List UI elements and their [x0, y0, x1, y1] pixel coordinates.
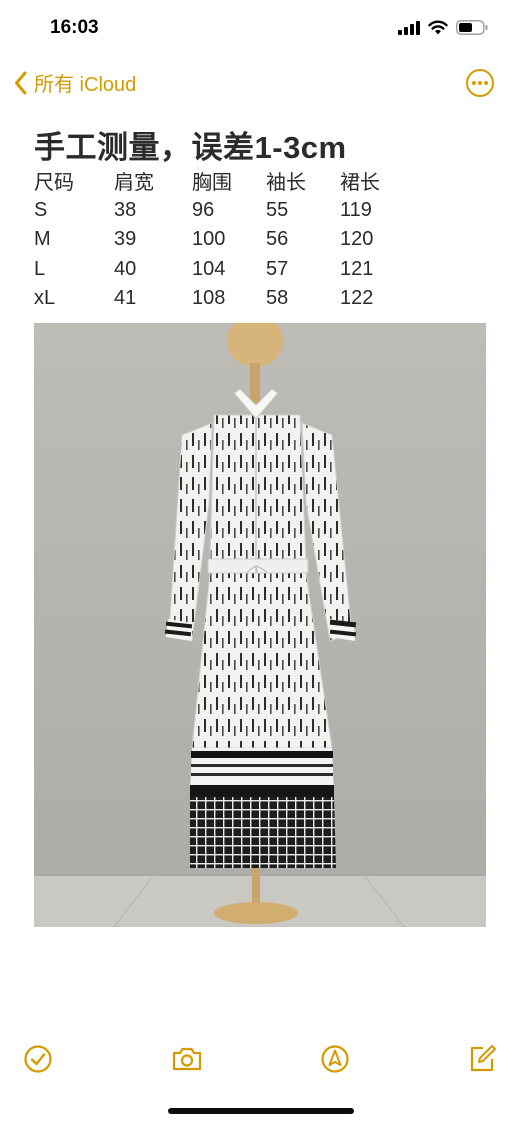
table-cell: 39 — [114, 228, 137, 251]
table-cell: 108 — [192, 287, 226, 310]
table-cell: 41 — [114, 287, 137, 310]
table-row: M 39 100 56 120 — [34, 225, 400, 255]
table-cell: 58 — [266, 287, 289, 310]
battery-icon — [456, 20, 488, 35]
table-cell: 55 — [266, 198, 289, 221]
table-cell: 96 — [192, 198, 215, 221]
header-sleeve: 袖长 — [266, 172, 306, 195]
back-button[interactable]: 所有 iCloud — [14, 68, 136, 97]
nav-bar: 所有 iCloud — [0, 62, 520, 106]
size-table[interactable]: 尺码 肩宽 胸围 袖长 裙长 S 38 96 55 119 M 39 100 5… — [34, 166, 400, 314]
checklist-icon[interactable] — [22, 1043, 54, 1075]
table-cell: 100 — [192, 228, 226, 251]
table-cell: 120 — [340, 228, 374, 251]
table-row: S 38 96 55 119 — [34, 196, 400, 226]
back-label: 所有 iCloud — [34, 74, 137, 96]
status-bar: 16:03 — [0, 0, 520, 58]
table-cell: 56 — [266, 228, 289, 251]
table-row: xL 41 108 58 122 — [34, 284, 400, 314]
dress-illustration — [34, 323, 486, 927]
chevron-left-icon — [15, 71, 27, 94]
status-icons — [398, 20, 488, 35]
size-table-header-row: 尺码 肩宽 胸围 袖长 裙长 — [34, 166, 400, 196]
markup-pen-icon[interactable] — [319, 1043, 351, 1075]
header-size: 尺码 — [34, 172, 74, 195]
table-cell: 40 — [114, 257, 137, 280]
table-cell: 122 — [340, 287, 374, 310]
table-cell: M — [34, 228, 51, 251]
bottom-toolbar — [0, 1035, 520, 1081]
wifi-icon — [428, 20, 448, 35]
table-cell: L — [34, 257, 46, 280]
header-length: 裙长 — [340, 172, 380, 195]
table-cell: 121 — [340, 257, 374, 280]
table-cell: S — [34, 198, 48, 221]
table-row: L 40 104 57 121 — [34, 255, 400, 285]
table-cell: 104 — [192, 257, 226, 280]
more-ellipsis-icon[interactable] — [465, 68, 495, 98]
header-bust: 胸围 — [192, 172, 232, 195]
home-indicator[interactable] — [168, 1108, 354, 1114]
table-cell: xL — [34, 287, 56, 310]
camera-icon[interactable] — [170, 1043, 204, 1075]
status-time: 16:03 — [50, 17, 99, 38]
table-cell: 57 — [266, 257, 289, 280]
header-shoulder: 肩宽 — [114, 172, 154, 195]
compose-icon[interactable] — [466, 1043, 498, 1075]
dress-photo[interactable] — [34, 323, 486, 927]
cellular-signal-icon — [398, 20, 420, 35]
table-cell: 38 — [114, 198, 137, 221]
note-title[interactable]: 手工测量，误差1-3cm — [34, 122, 347, 167]
table-cell: 119 — [340, 198, 372, 221]
